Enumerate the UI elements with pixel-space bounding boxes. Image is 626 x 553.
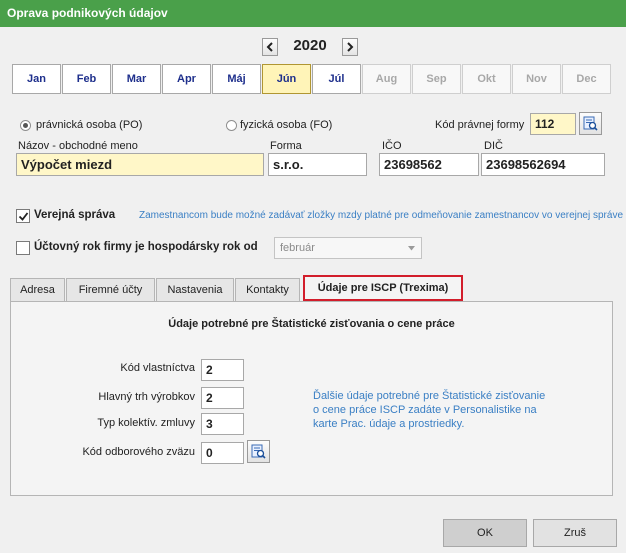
month-jan[interactable]: Jan xyxy=(12,64,61,94)
cancel-button[interactable]: Zruš xyxy=(533,519,617,547)
legal-form-code-field[interactable]: 112 xyxy=(530,113,576,135)
month-apr[interactable]: Apr xyxy=(162,64,211,94)
ownership-code-label: Kód vlastníctva xyxy=(120,362,195,374)
legal-form-label: Forma xyxy=(270,140,302,152)
iscp-info-line: o cene práce ISCP zadáte v Personalistik… xyxy=(313,404,537,416)
month-nov: Nov xyxy=(512,64,561,94)
company-name-field[interactable]: Výpočet miezd xyxy=(16,153,264,176)
natural-person-label: fyzická osoba (FO) xyxy=(240,119,333,131)
fiscal-year-label: Účtovný rok firmy je hospodársky rok od xyxy=(34,241,258,253)
main-market-label: Hlavný trh výrobkov xyxy=(98,391,195,403)
public-admin-label: Verejná správa xyxy=(34,209,116,221)
dic-label: DIČ xyxy=(484,140,503,152)
month-may[interactable]: Máj xyxy=(212,64,261,94)
month-oct: Okt xyxy=(462,64,511,94)
legal-form-field[interactable]: s.r.o. xyxy=(268,153,367,176)
month-feb[interactable]: Feb xyxy=(62,64,111,94)
collective-agreement-label: Typ kolektív. zmluvy xyxy=(97,417,195,429)
tab-contacts[interactable]: Kontakty xyxy=(235,278,300,301)
month-selector: Jan Feb Mar Apr Máj Jún Júl Aug Sep Okt … xyxy=(12,64,612,94)
legal-entity-label: právnická osoba (PO) xyxy=(36,119,143,131)
tab-company-accounts[interactable]: Firemné účty xyxy=(66,278,155,301)
ok-button[interactable]: OK xyxy=(443,519,527,547)
fiscal-year-month-select[interactable]: február xyxy=(274,237,422,259)
iscp-info-note: Ďalšie údaje potrebné pre Štatistické zi… xyxy=(313,389,545,431)
iscp-info-line: Ďalšie údaje potrebné pre Štatistické zi… xyxy=(313,390,546,402)
ico-field[interactable]: 23698562 xyxy=(379,153,479,176)
month-mar[interactable]: Mar xyxy=(112,64,161,94)
dialog-client: 2020 Jan Feb Mar Apr Máj Jún Júl Aug Sep… xyxy=(0,27,626,553)
public-admin-note: Zamestnancom bude možné zadávať zložky m… xyxy=(139,210,624,221)
tab-address[interactable]: Adresa xyxy=(10,278,65,301)
union-code-lookup-button[interactable] xyxy=(247,440,270,463)
prev-year-button[interactable] xyxy=(262,38,278,56)
lookup-icon xyxy=(251,444,266,459)
company-name-label: Názov - obchodné meno xyxy=(18,140,138,152)
next-year-button[interactable] xyxy=(342,38,358,56)
collective-agreement-field[interactable]: 3 xyxy=(201,413,244,435)
legal-entity-radio[interactable] xyxy=(20,120,31,131)
chevron-left-icon xyxy=(266,42,273,52)
iscp-heading: Údaje potrebné pre Štatistické zisťovani… xyxy=(168,318,455,330)
lookup-icon xyxy=(583,116,598,131)
iscp-info-line: karte Prac. údaje a prostriedky. xyxy=(313,418,465,430)
natural-person-radio[interactable] xyxy=(226,120,237,131)
window-title: Oprava podnikových údajov xyxy=(0,0,626,27)
month-jul[interactable]: Júl xyxy=(312,64,361,94)
legal-form-code-label: Kód právnej formy xyxy=(435,119,525,131)
tab-settings[interactable]: Nastavenia xyxy=(156,278,234,301)
fiscal-year-checkbox[interactable] xyxy=(16,241,30,255)
chevron-down-icon xyxy=(408,246,415,251)
ownership-code-field[interactable]: 2 xyxy=(201,359,244,381)
main-market-field[interactable]: 2 xyxy=(201,387,244,409)
tab-iscp[interactable]: Údaje pre ISCP (Trexima) xyxy=(303,275,463,301)
month-jun[interactable]: Jún xyxy=(262,64,311,94)
public-admin-checkbox[interactable] xyxy=(16,209,30,223)
checkmark-icon xyxy=(18,212,29,221)
ico-label: IČO xyxy=(382,140,402,152)
legal-form-lookup-button[interactable] xyxy=(579,112,602,135)
chevron-right-icon xyxy=(347,42,354,52)
iscp-panel: Údaje potrebné pre Štatistické zisťovani… xyxy=(10,301,613,496)
month-dec: Dec xyxy=(562,64,611,94)
month-aug: Aug xyxy=(362,64,411,94)
union-code-label: Kód odborového zväzu xyxy=(82,446,195,458)
month-sep: Sep xyxy=(412,64,461,94)
union-code-field[interactable]: 0 xyxy=(201,442,244,464)
dic-field[interactable]: 23698562694 xyxy=(481,153,605,176)
year-display: 2020 xyxy=(293,37,327,54)
fiscal-year-month-value: február xyxy=(280,242,315,254)
